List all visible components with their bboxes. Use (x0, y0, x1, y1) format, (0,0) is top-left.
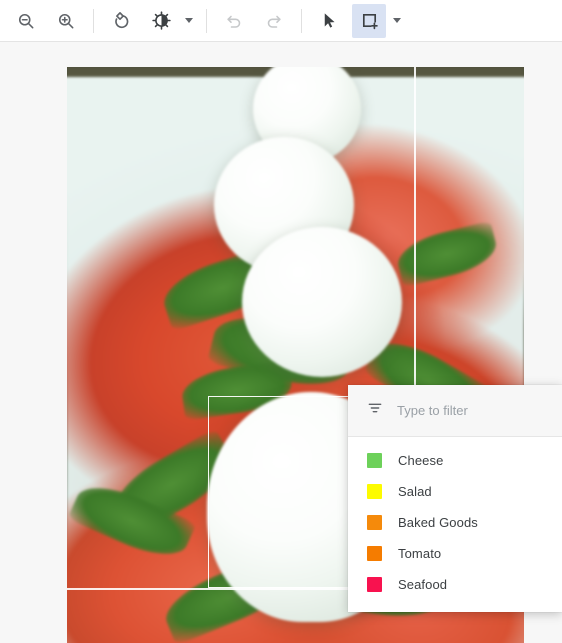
list-item[interactable]: Cheese (348, 445, 562, 476)
add-box-dropdown-caret[interactable] (389, 6, 405, 36)
color-swatch (367, 546, 382, 561)
brightness-contrast-icon[interactable] (144, 4, 178, 38)
label-dropdown: Cheese Salad Baked Goods Tomato Seafood (348, 385, 562, 612)
color-swatch (367, 484, 382, 499)
zoom-out-icon[interactable] (9, 4, 43, 38)
annotation-canvas[interactable]: Cheese Salad Baked Goods Tomato Seafood (0, 42, 562, 643)
label-filter-row[interactable] (348, 385, 562, 437)
zoom-in-icon[interactable] (49, 4, 83, 38)
filter-icon (367, 400, 383, 421)
chevron-down-icon (185, 18, 193, 23)
list-item-label: Baked Goods (398, 515, 478, 530)
brightness-dropdown-caret[interactable] (181, 6, 197, 36)
list-item-label: Cheese (398, 453, 444, 468)
list-item-label: Seafood (398, 577, 448, 592)
toolbar-divider-1 (93, 8, 94, 33)
image-annotation-app: Cheese Salad Baked Goods Tomato Seafood (0, 0, 562, 643)
list-item[interactable]: Tomato (348, 538, 562, 569)
add-box-icon[interactable] (352, 3, 386, 38)
color-swatch (367, 515, 382, 530)
toolbar-divider-3 (301, 8, 302, 33)
chevron-down-icon (393, 18, 401, 23)
label-list: Cheese Salad Baked Goods Tomato Seafood (348, 437, 562, 612)
rotate-left-icon[interactable] (104, 4, 138, 38)
color-swatch (367, 577, 382, 592)
list-item[interactable]: Baked Goods (348, 507, 562, 538)
redo-icon[interactable] (257, 4, 291, 38)
toolbar-divider-2 (206, 8, 207, 33)
toolbar (0, 0, 562, 42)
list-item[interactable]: Seafood (348, 569, 562, 600)
list-item-label: Tomato (398, 546, 442, 561)
select-cursor-icon[interactable] (312, 4, 346, 38)
list-item-label: Salad (398, 484, 432, 499)
color-swatch (367, 453, 382, 468)
undo-icon[interactable] (217, 4, 251, 38)
label-filter-input[interactable] (397, 403, 537, 418)
list-item[interactable]: Salad (348, 476, 562, 507)
